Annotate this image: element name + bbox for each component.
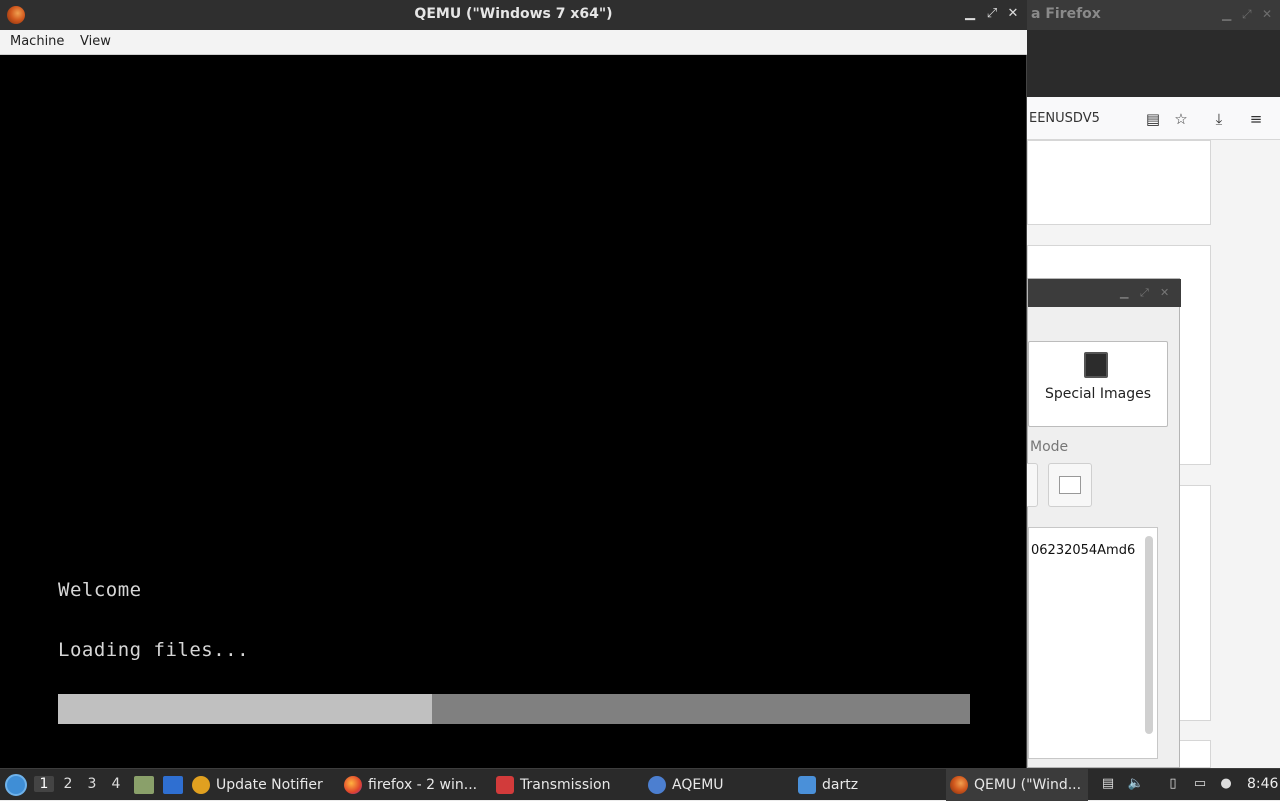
vm-display[interactable]: Welcome Loading files...: [2, 55, 1026, 768]
list-view-icon: [1059, 476, 1081, 494]
workspace-2[interactable]: 2: [58, 776, 78, 792]
aqemu-maximize-icon[interactable]: ⤢: [1140, 286, 1149, 300]
download-icon[interactable]: ⤓: [1208, 108, 1230, 130]
minimize-icon[interactable]: ▁: [962, 6, 978, 22]
close-icon[interactable]: ✕: [1005, 6, 1021, 22]
menu-view[interactable]: View: [80, 34, 111, 49]
qemu-window-title: QEMU ("Windows 7 x64"): [414, 6, 613, 22]
task-firefox[interactable]: firefox - 2 win...: [344, 769, 484, 801]
firefox-tabbar: [1027, 30, 1280, 97]
task-label: Update Notifier: [216, 777, 323, 793]
task-label: QEMU ("Wind...: [974, 777, 1082, 793]
show-desktop-icon[interactable]: [163, 776, 183, 794]
start-menu-icon[interactable]: [5, 774, 27, 796]
maximize-icon[interactable]: ⤢: [984, 6, 1000, 22]
aqemu-titlebar[interactable]: [1028, 279, 1181, 307]
task-label: firefox - 2 win...: [368, 777, 478, 793]
network-icon[interactable]: ▭: [1191, 776, 1209, 794]
workspace-4[interactable]: 4: [106, 776, 126, 792]
file-manager-quicklaunch-icon[interactable]: [134, 776, 154, 794]
task-update-notifier[interactable]: Update Notifier: [192, 769, 334, 801]
chip-icon: [1084, 352, 1108, 378]
qemu-titlebar[interactable]: QEMU ("Windows 7 x64") ▁ ⤢ ✕: [0, 0, 1027, 30]
task-qemu[interactable]: QEMU ("Wind...: [946, 769, 1088, 801]
firefox-maximize-icon[interactable]: ⤢: [1242, 7, 1252, 22]
task-label: dartz: [822, 777, 859, 793]
workspace-3[interactable]: 3: [82, 776, 102, 792]
bookmark-star-icon[interactable]: ☆: [1170, 108, 1192, 130]
boot-progress-bar: [58, 694, 970, 724]
vm-list-item[interactable]: 06232054Amd6: [1031, 543, 1135, 558]
qemu-icon: [950, 776, 968, 794]
notification-icon[interactable]: ●: [1217, 776, 1235, 794]
qemu-menubar: Machine View: [0, 30, 1027, 55]
firefox-title-fragment: a Firefox: [1031, 6, 1101, 22]
files-tray-icon[interactable]: ▯: [1164, 776, 1182, 794]
boot-progress-fill: [58, 694, 432, 724]
menu-hamburger-icon[interactable]: ≡: [1245, 108, 1267, 130]
firefox-minimize-icon[interactable]: ▁: [1222, 7, 1231, 21]
clock[interactable]: 8:46: [1247, 776, 1278, 792]
firefox-close-icon[interactable]: ✕: [1262, 7, 1272, 21]
folder-icon: [798, 776, 816, 794]
aqemu-icon: [648, 776, 666, 794]
menu-machine[interactable]: Machine: [10, 34, 64, 49]
task-transmission[interactable]: Transmission: [496, 769, 636, 801]
mode-label: Mode: [1030, 439, 1069, 455]
firefox-url-fragment[interactable]: EENUSDV5: [1029, 111, 1100, 126]
aqemu-minimize-icon[interactable]: ▁: [1120, 286, 1128, 299]
firefox-icon: [344, 776, 362, 794]
transmission-icon: [496, 776, 514, 794]
qemu-window[interactable]: QEMU ("Windows 7 x64") ▁ ⤢ ✕ Machine Vie…: [0, 0, 1027, 768]
task-dartz[interactable]: dartz: [798, 769, 938, 801]
list-view-mode-button[interactable]: [1048, 463, 1092, 507]
volume-icon[interactable]: 🔈: [1127, 776, 1145, 794]
aqemu-window[interactable]: ▁ ⤢ ✕ Special Images Mode 06232054Amd6: [994, 278, 1181, 768]
clipboard-tray-icon[interactable]: ▤: [1099, 776, 1117, 794]
special-images-button[interactable]: Special Images: [1028, 341, 1168, 427]
reader-view-icon[interactable]: ▤: [1142, 108, 1164, 130]
task-label: Transmission: [520, 777, 611, 793]
special-images-label: Special Images: [1045, 386, 1152, 402]
task-aqemu[interactable]: AQEMU: [648, 769, 788, 801]
taskbar: 1 2 3 4 Update Notifier firefox - 2 win.…: [0, 768, 1280, 801]
welcome-text: Welcome: [58, 579, 142, 601]
firefox-content-card: [1027, 140, 1211, 225]
loading-text: Loading files...: [58, 639, 250, 661]
vm-list-scrollbar[interactable]: [1145, 536, 1153, 734]
aqemu-close-icon[interactable]: ✕: [1160, 286, 1169, 299]
workspace-1[interactable]: 1: [34, 776, 54, 792]
vm-list[interactable]: 06232054Amd6: [1028, 527, 1158, 759]
update-notifier-icon: [192, 776, 210, 794]
task-label: AQEMU: [672, 777, 724, 793]
